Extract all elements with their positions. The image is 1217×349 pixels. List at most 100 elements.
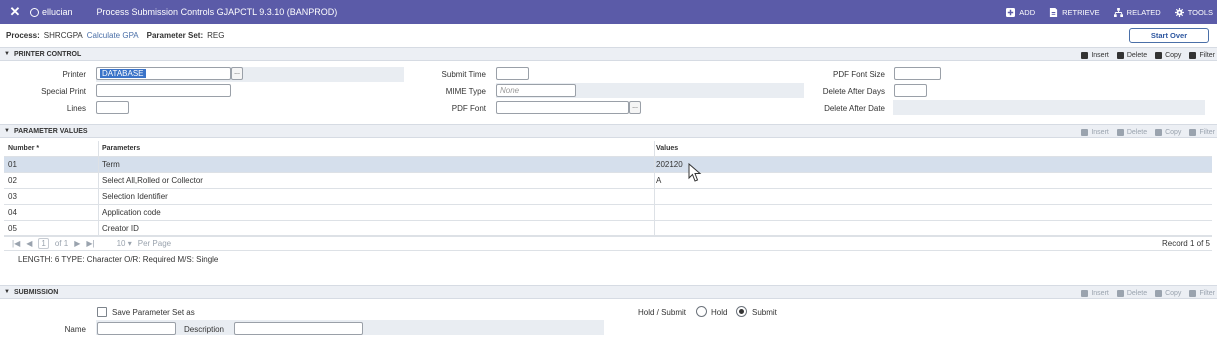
chevron-down-icon: ▾ bbox=[127, 238, 132, 248]
delete-button[interactable]: Delete bbox=[1116, 128, 1147, 136]
row-number: 05 bbox=[8, 223, 17, 233]
top-bar: ✕ ellucian Process Submission Controls G… bbox=[0, 0, 1217, 24]
last-page-icon[interactable]: ▶| bbox=[86, 239, 94, 248]
copy-icon bbox=[1155, 128, 1163, 136]
delete-after-days-label: Delete After Days bbox=[822, 87, 885, 96]
column-header-number[interactable]: Number * bbox=[8, 145, 39, 152]
paramset-label: Parameter Set: bbox=[146, 30, 204, 40]
related-button[interactable]: RELATED bbox=[1113, 7, 1161, 17]
name-label: Name bbox=[64, 325, 86, 334]
next-page-icon[interactable]: ▶ bbox=[74, 239, 80, 248]
pdf-font-size-input[interactable] bbox=[894, 67, 941, 80]
ellucian-logo-icon bbox=[30, 7, 39, 17]
copy-button[interactable]: Copy bbox=[1155, 289, 1181, 297]
lines-input[interactable] bbox=[96, 101, 129, 114]
row-value[interactable]: 202120 bbox=[656, 160, 683, 169]
delete-date-row-shade bbox=[893, 100, 1205, 115]
add-button[interactable]: ADD bbox=[1006, 7, 1035, 17]
related-label: RELATED bbox=[1126, 7, 1161, 17]
page-number-input[interactable]: 1 bbox=[38, 237, 49, 249]
copy-button[interactable]: Copy bbox=[1155, 128, 1182, 136]
pdf-font-size-label: PDF Font Size bbox=[832, 70, 885, 79]
filter-icon bbox=[1189, 289, 1197, 297]
delete-icon bbox=[1116, 51, 1124, 59]
tools-button[interactable]: TOOLS bbox=[1174, 7, 1213, 17]
filter-button[interactable]: Filter bbox=[1189, 128, 1215, 136]
save-parameter-set-label: Save Parameter Set as bbox=[112, 308, 195, 317]
insert-button[interactable]: Insert bbox=[1081, 289, 1109, 297]
description-input[interactable] bbox=[234, 322, 363, 335]
delete-after-date-label: Delete After Date bbox=[824, 104, 885, 113]
table-row[interactable]: 03 Selection Identifier bbox=[4, 189, 1212, 205]
submission-header[interactable]: ▼ SUBMISSION Insert Delete Copy Filter bbox=[0, 285, 1217, 299]
parameter-values-header[interactable]: ▼ PARAMETER VALUES Insert Delete Copy Fi… bbox=[0, 124, 1217, 138]
row-parameter: Application code bbox=[102, 207, 161, 217]
mime-type-input[interactable]: None bbox=[496, 84, 576, 97]
lines-label: Lines bbox=[66, 104, 86, 113]
collapse-triangle-icon[interactable]: ▼ bbox=[4, 51, 10, 57]
mime-type-label: MIME Type bbox=[445, 87, 486, 96]
save-parameter-set-checkbox[interactable] bbox=[97, 307, 107, 317]
copy-icon bbox=[1155, 51, 1163, 59]
table-row[interactable]: 02 Select All,Rolled or Collector A bbox=[4, 173, 1212, 189]
section-title: PARAMETER VALUES bbox=[13, 127, 88, 135]
submit-time-input[interactable] bbox=[496, 67, 529, 80]
top-actions: ADD RETRIEVE RELATED TOOLS bbox=[1006, 0, 1217, 24]
submit-label: Submit bbox=[752, 308, 777, 317]
parameter-values-tools: Insert Delete Copy Filter bbox=[1081, 125, 1215, 139]
copy-button[interactable]: Copy bbox=[1155, 51, 1181, 59]
printer-value: DATABASE bbox=[100, 69, 146, 78]
delete-icon bbox=[1116, 289, 1124, 297]
filter-icon bbox=[1189, 128, 1197, 136]
collapse-triangle-icon[interactable]: ▼ bbox=[4, 289, 10, 295]
process-name: Calculate GPA bbox=[86, 30, 139, 40]
insert-label: Insert bbox=[1091, 289, 1109, 297]
per-page-select[interactable]: 10 ▾ bbox=[117, 239, 132, 248]
start-over-button[interactable]: Start Over bbox=[1129, 28, 1209, 43]
submission-tools: Insert Delete Copy Filter bbox=[1081, 286, 1215, 300]
first-page-icon[interactable]: |◀ bbox=[12, 239, 20, 248]
column-header-values[interactable]: Values bbox=[656, 145, 678, 152]
row-parameter: Term bbox=[102, 159, 120, 169]
row-number: 03 bbox=[8, 191, 17, 201]
description-label: Description bbox=[183, 325, 224, 334]
process-code: SHRCGPA bbox=[43, 30, 83, 40]
delete-button[interactable]: Delete bbox=[1116, 289, 1147, 297]
table-row[interactable]: 04 Application code bbox=[4, 205, 1212, 221]
row-value[interactable]: A bbox=[656, 176, 661, 185]
paramset-value: REG bbox=[207, 30, 225, 40]
insert-button[interactable]: Insert bbox=[1081, 51, 1109, 59]
delete-after-days-input[interactable] bbox=[894, 84, 927, 97]
insert-icon bbox=[1081, 289, 1089, 297]
filter-icon bbox=[1189, 51, 1197, 59]
collapse-triangle-icon[interactable]: ▼ bbox=[4, 128, 10, 134]
prev-page-icon[interactable]: ◀ bbox=[26, 239, 32, 248]
copy-icon bbox=[1155, 289, 1163, 297]
special-print-input[interactable] bbox=[96, 84, 231, 97]
insert-button[interactable]: Insert bbox=[1081, 128, 1109, 136]
table-row[interactable]: 01 Term 202120 bbox=[4, 157, 1212, 173]
submit-radio[interactable] bbox=[736, 306, 747, 317]
printer-lookup-button[interactable]: ... bbox=[231, 67, 243, 80]
filter-button[interactable]: Filter bbox=[1189, 51, 1215, 59]
hold-radio[interactable] bbox=[696, 306, 707, 317]
section-title: SUBMISSION bbox=[13, 288, 59, 296]
pdf-font-lookup-button[interactable]: ... bbox=[629, 101, 641, 114]
delete-button[interactable]: Delete bbox=[1116, 51, 1147, 59]
row-parameter: Creator ID bbox=[102, 223, 139, 233]
hold-submit-label: Hold / Submit bbox=[637, 308, 686, 317]
hold-label: Hold bbox=[711, 308, 728, 317]
printer-control-header[interactable]: ▼ PRINTER CONTROL Insert Delete Copy Fil… bbox=[0, 47, 1217, 61]
special-print-label: Special Print bbox=[41, 87, 86, 96]
retrieve-button[interactable]: RETRIEVE bbox=[1049, 7, 1100, 17]
tools-label: TOOLS bbox=[1187, 7, 1213, 17]
grid-pager: |◀ ◀ 1 of 1 ▶ ▶| 10 ▾ Per Page Record 1 … bbox=[4, 235, 1212, 251]
column-header-parameters[interactable]: Parameters bbox=[102, 145, 140, 152]
parameter-info-text: LENGTH: 6 TYPE: Character O/R: Required … bbox=[18, 255, 219, 264]
printer-input[interactable]: DATABASE bbox=[96, 67, 231, 80]
filter-button[interactable]: Filter bbox=[1189, 289, 1215, 297]
add-icon bbox=[1006, 7, 1016, 17]
copy-label: Copy bbox=[1165, 128, 1182, 136]
pdf-font-input[interactable] bbox=[496, 101, 629, 114]
close-icon[interactable]: ✕ bbox=[0, 4, 30, 20]
